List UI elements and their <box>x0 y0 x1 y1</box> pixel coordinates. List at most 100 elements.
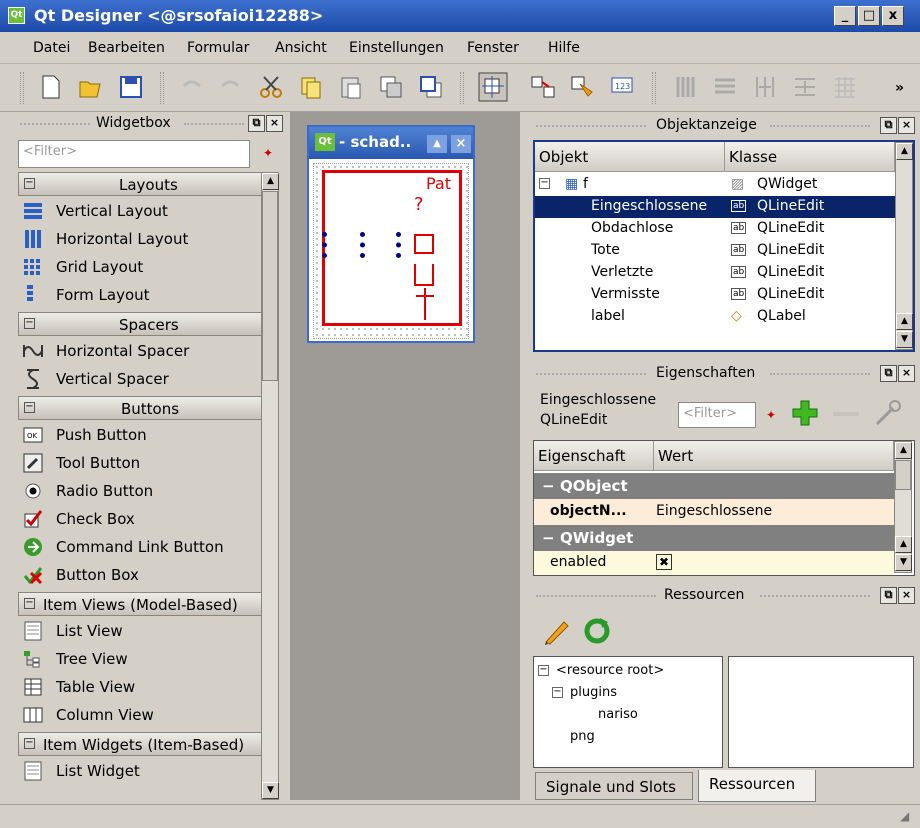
form-canvas[interactable]: Pat ? <box>313 163 469 339</box>
widget-button-box[interactable]: Button Box <box>18 561 274 589</box>
widget-column-view[interactable]: Column View <box>18 701 274 729</box>
widget-tree-view[interactable]: Tree View <box>18 645 274 673</box>
property-group-qwidget[interactable]: − QWidget <box>534 525 894 551</box>
paste-icon[interactable] <box>338 74 364 100</box>
ressourcen-titlebar[interactable]: Ressourcen ⧉ × <box>530 584 916 608</box>
menu-formular[interactable]: Formular <box>187 40 249 56</box>
redo-icon[interactable] <box>218 74 244 100</box>
cut-icon[interactable] <box>258 74 284 100</box>
scroll-down-icon[interactable]: ▼ <box>262 782 279 799</box>
line-edit-eingeschlossene[interactable] <box>322 232 328 258</box>
close-icon[interactable]: × <box>266 115 283 132</box>
label-pat[interactable]: Pat <box>426 174 451 193</box>
subwindow-titlebar[interactable]: Qt - schad.. ▲ × <box>309 127 473 159</box>
collapse-icon[interactable]: − <box>24 738 35 749</box>
property-value[interactable]: Eingeschlossene <box>656 503 772 519</box>
layout-vertical-splitter-icon[interactable] <box>792 74 818 100</box>
float-icon[interactable]: ⧉ <box>880 587 897 604</box>
edit-resources-pencil-icon[interactable] <box>542 616 572 646</box>
tree-row[interactable]: Tote ab QLineEdit <box>535 240 895 262</box>
menu-ansicht[interactable]: Ansicht <box>275 40 327 56</box>
maximize-button[interactable]: □ <box>858 6 880 26</box>
tree-row[interactable]: Obdachlose ab QLineEdit <box>535 218 895 240</box>
new-file-icon[interactable] <box>38 74 64 100</box>
line-edit-obdachlose[interactable] <box>360 232 366 258</box>
reload-icon[interactable] <box>582 616 612 646</box>
label-question[interactable]: ? <box>414 194 424 215</box>
tree-scrollbar[interactable]: ▲ ▲ ▼ <box>895 142 913 350</box>
close-icon[interactable]: × <box>898 587 915 604</box>
category-item-widgets[interactable]: − Item Widgets (Item-Based) <box>18 732 274 756</box>
toolbar-more-icon[interactable]: » <box>895 80 904 96</box>
menu-fenster[interactable]: Fenster <box>467 40 519 56</box>
widget-vertical-layout[interactable]: Vertical Layout <box>18 197 274 225</box>
widget-check-box[interactable]: Check Box <box>18 505 274 533</box>
widget-form-layout[interactable]: Form Layout <box>18 281 274 309</box>
bring-to-front-icon[interactable] <box>378 74 404 100</box>
menu-datei[interactable]: Datei <box>33 40 70 56</box>
scroll-down-icon[interactable]: ▼ <box>895 554 912 571</box>
minimize-button[interactable]: _ <box>834 6 856 26</box>
category-layouts[interactable]: − Layouts <box>18 172 274 196</box>
collapse-icon[interactable]: − <box>24 402 35 413</box>
collapse-icon[interactable]: − <box>539 178 550 189</box>
tab-ressourcen[interactable]: Ressourcen <box>698 770 816 802</box>
edit-widgets-icon[interactable] <box>478 72 508 102</box>
scroll-up-icon[interactable]: ▲ <box>895 442 912 459</box>
property-scrollbar[interactable]: ▲ ▲ ▼ <box>894 441 912 573</box>
float-icon[interactable]: ⧉ <box>248 115 265 132</box>
collapse-icon[interactable]: − <box>542 477 555 495</box>
collapse-icon[interactable]: − <box>24 318 35 329</box>
widget-list-view[interactable]: List View <box>18 617 274 645</box>
menu-einstellungen[interactable]: Einstellungen <box>349 40 444 56</box>
close-icon[interactable]: × <box>898 117 915 134</box>
scroll-thumb[interactable] <box>895 460 911 490</box>
scroll-up-icon[interactable]: ▲ <box>896 143 913 160</box>
layout-horizontal-splitter-icon[interactable] <box>752 74 778 100</box>
column-header-wert[interactable]: Wert <box>654 441 894 471</box>
open-folder-icon[interactable] <box>78 74 104 100</box>
property-row-enabled[interactable]: enabled ✖ <box>534 551 894 575</box>
collapse-icon[interactable]: − <box>24 598 35 609</box>
edit-buddies-icon[interactable] <box>570 74 596 100</box>
tree-row-selected[interactable]: Eingeschlossene ab QLineEdit <box>535 196 895 218</box>
widget-command-link-button[interactable]: Command Link Button <box>18 533 274 561</box>
close-icon[interactable]: × <box>898 365 915 382</box>
remove-property-icon[interactable] <box>833 412 859 416</box>
add-property-icon[interactable] <box>790 398 820 428</box>
float-icon[interactable]: ⧉ <box>880 117 897 134</box>
scroll-thumb[interactable] <box>262 191 278 381</box>
enabled-checkbox[interactable]: ✖ <box>656 554 672 570</box>
undo-icon[interactable] <box>178 74 204 100</box>
close-icon[interactable]: × <box>451 135 471 153</box>
widget-grid-layout[interactable]: Grid Layout <box>18 253 274 281</box>
widget-horizontal-layout[interactable]: Horizontal Layout <box>18 225 274 253</box>
widgetbox-filter-input[interactable]: <Filter> <box>18 140 250 168</box>
scroll-up-icon[interactable]: ▲ <box>895 536 912 553</box>
widget-tool-button[interactable]: Tool Button <box>18 449 274 477</box>
category-buttons[interactable]: − Buttons <box>18 396 274 420</box>
edit-tab-order-icon[interactable]: 123 <box>610 74 636 100</box>
collapse-icon[interactable]: − <box>552 687 563 698</box>
tree-row[interactable]: Verletzte ab QLineEdit <box>535 262 895 284</box>
widget-push-button[interactable]: OK Push Button <box>18 421 274 449</box>
column-header-eigenschaft[interactable]: Eigenschaft <box>534 441 654 471</box>
scroll-down-icon[interactable]: ▼ <box>896 331 913 348</box>
tree-row[interactable]: label ◇ QLabel <box>535 306 895 328</box>
widget-horizontal-spacer[interactable]: Horizontal Spacer <box>18 337 274 365</box>
edit-signals-slots-icon[interactable] <box>530 74 556 100</box>
property-row-objectname[interactable]: objectN... Eingeschlossene <box>534 499 894 525</box>
menu-hilfe[interactable]: Hilfe <box>548 40 580 56</box>
property-group-qobject[interactable]: − QObject <box>534 473 894 499</box>
tab-signale-und-slots[interactable]: Signale und Slots <box>535 772 693 800</box>
layout-grid-icon[interactable] <box>832 74 858 100</box>
layout-vertical-icon[interactable] <box>712 74 738 100</box>
scroll-up-icon[interactable]: ▲ <box>896 313 913 330</box>
property-filter-input[interactable]: <Filter> <box>678 402 756 428</box>
collapse-icon[interactable]: − <box>538 665 549 676</box>
scroll-up-icon[interactable]: ▲ <box>262 173 279 190</box>
widget-vertical-spacer[interactable]: Vertical Spacer <box>18 365 274 393</box>
toolbar-handle[interactable] <box>20 72 24 104</box>
widget-list-widget[interactable]: List Widget <box>18 757 274 785</box>
title-bar[interactable]: Qt Qt Designer <@srsofaioi12288> _ □ x <box>0 0 920 32</box>
